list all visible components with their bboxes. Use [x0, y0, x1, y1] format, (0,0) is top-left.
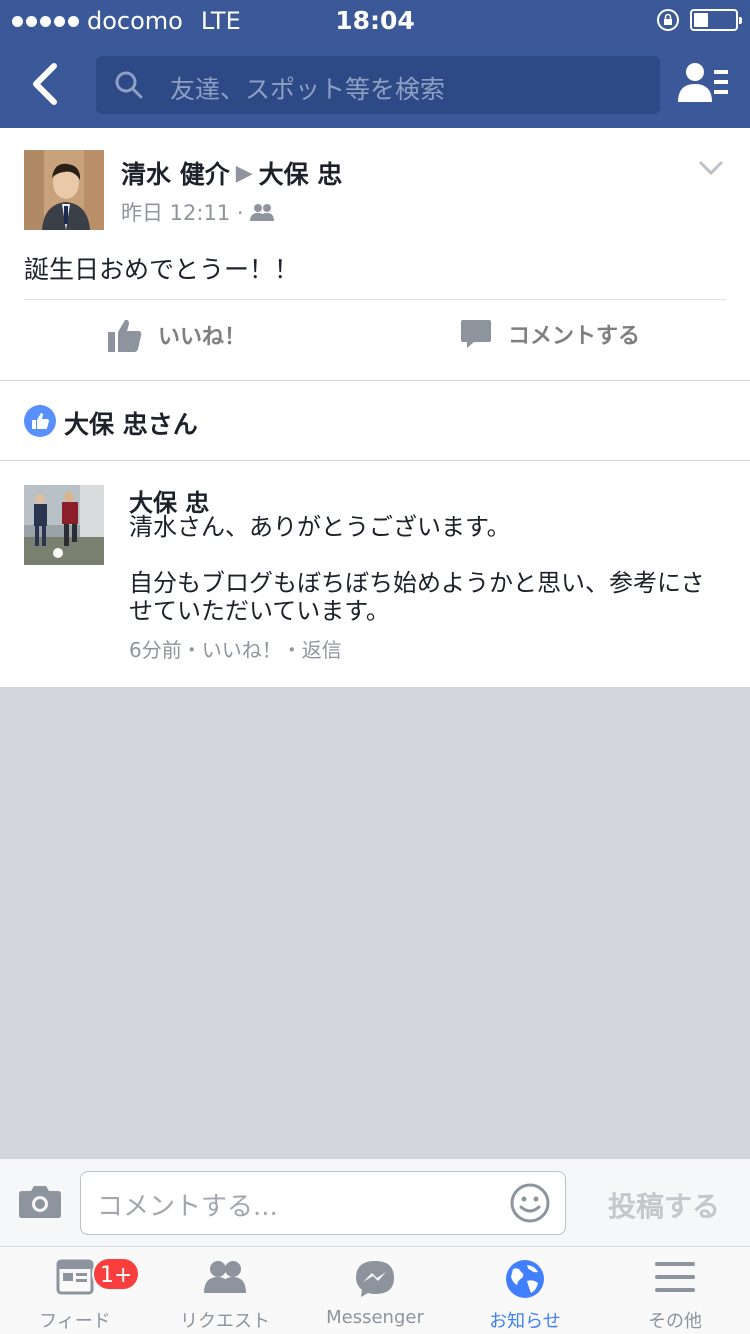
rotation-lock-icon — [657, 9, 679, 31]
post-button[interactable]: 投稿する — [608, 1185, 720, 1225]
chevron-down-icon[interactable] — [698, 160, 724, 176]
comment-item: 大保 忠 清水さん、ありがとうございます。 自分もブログもぼちぼち始めようかと思… — [0, 461, 750, 687]
tab-label: お知らせ — [489, 1311, 561, 1332]
battery-icon — [690, 9, 742, 31]
menu-icon — [655, 1262, 695, 1292]
like-button[interactable]: いいね！ — [108, 318, 246, 352]
comment-composer: コメントする... 投稿する — [0, 1158, 750, 1246]
divider — [24, 299, 726, 300]
messenger-icon — [356, 1261, 394, 1297]
notification-badge: 1+ — [92, 1257, 141, 1291]
comment-input[interactable]: コメントする... — [80, 1171, 566, 1235]
top-bar: docomo LTE 18:04 友達、スポット等を検索 — [0, 0, 750, 128]
likes-summary[interactable]: 大保 忠さん — [0, 381, 750, 460]
back-arrow-icon[interactable] — [24, 58, 68, 110]
liker-name[interactable]: 大保 忠さん — [64, 405, 198, 441]
comment-button[interactable]: コメントする — [460, 318, 640, 350]
commenter-avatar[interactable] — [24, 485, 104, 565]
tab-label: Messenger — [326, 1307, 424, 1328]
emoji-icon[interactable] — [509, 1182, 551, 1224]
globe-icon — [506, 1260, 544, 1298]
comment-text: 清水さん、ありがとうございます。 自分もブログもぼちぼち始めようかと思い、参考に… — [129, 513, 705, 625]
tab-label: フィード — [39, 1311, 111, 1332]
like-badge-icon — [24, 405, 56, 437]
post-text: 誕生日おめでとうー！！ — [24, 255, 300, 284]
tab-more[interactable]: その他 — [600, 1247, 750, 1334]
friends-list-icon[interactable] — [678, 62, 728, 104]
nav-bar: 友達、スポット等を検索 — [0, 48, 750, 120]
tab-requests[interactable]: リクエスト — [150, 1247, 300, 1334]
tab-label: リクエスト — [180, 1311, 270, 1332]
post-time[interactable]: 昨日 12:11 · — [121, 197, 244, 227]
tab-messenger[interactable]: Messenger — [300, 1247, 450, 1334]
like-label: いいね！ — [158, 325, 247, 350]
post-header: 清水 健介 ▶ 大保 忠 — [121, 155, 342, 191]
clock: 18:04 — [335, 6, 415, 35]
news-feed-icon — [56, 1259, 94, 1295]
comment-icon — [461, 320, 491, 348]
post-meta: 昨日 12:11 · — [121, 197, 274, 227]
status-bar: docomo LTE 18:04 — [0, 0, 750, 40]
comment-placeholder: コメントする... — [97, 1192, 278, 1222]
tab-label: その他 — [648, 1311, 702, 1332]
author-name[interactable]: 清水 健介 — [121, 155, 230, 191]
post-card: 清水 健介 ▶ 大保 忠 昨日 12:11 · 誕生日おめでとうー！！ いいね！… — [0, 128, 750, 380]
arrow-right-icon: ▶ — [235, 160, 253, 186]
target-name[interactable]: 大保 忠 — [259, 155, 343, 191]
friend-requests-icon — [204, 1261, 246, 1293]
tab-bar: 1+ フィード リクエスト Messenger お知らせ その他 — [0, 1246, 750, 1334]
search-icon — [115, 71, 143, 99]
search-input[interactable]: 友達、スポット等を検索 — [96, 56, 660, 114]
tab-notifications[interactable]: お知らせ — [450, 1247, 600, 1334]
author-avatar[interactable] — [24, 150, 104, 230]
camera-icon[interactable] — [18, 1185, 62, 1219]
comment-label: コメントする — [508, 324, 641, 349]
thumbs-up-icon — [108, 319, 142, 352]
search-placeholder: 友達、スポット等を検索 — [170, 75, 446, 104]
tab-feed[interactable]: 1+ フィード — [0, 1247, 150, 1334]
comment-meta[interactable]: 6分前・いいね！・返信 — [129, 634, 342, 663]
friends-audience-icon — [249, 204, 274, 221]
